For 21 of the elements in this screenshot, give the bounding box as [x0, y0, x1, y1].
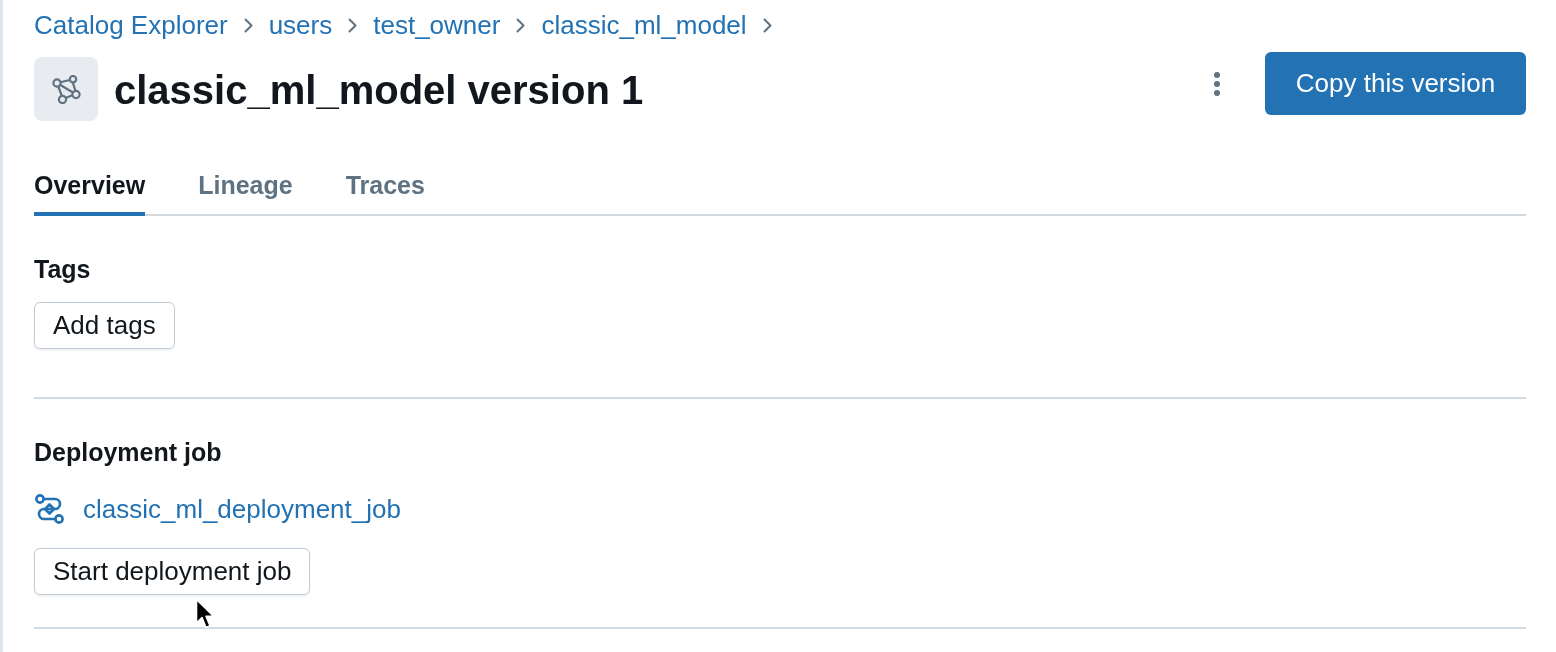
- tab[interactable]: Overview: [34, 158, 146, 216]
- network-icon: [34, 57, 98, 121]
- tab[interactable]: Traces: [345, 158, 425, 216]
- breadcrumb-link[interactable]: Catalog Explorer: [34, 10, 228, 40]
- chevron-right-icon: [348, 17, 358, 33]
- workflow-icon: [35, 494, 64, 524]
- copy-version-button[interactable]: Copy this version: [1265, 52, 1526, 115]
- breadcrumb-link[interactable]: users: [268, 10, 333, 40]
- add-tags-button[interactable]: Add tags: [34, 302, 175, 349]
- breadcrumb-link[interactable]: classic_ml_model: [541, 10, 747, 40]
- section-heading: Tags: [34, 254, 91, 284]
- chevron-right-icon: [516, 17, 526, 33]
- chevron-right-icon: [762, 17, 772, 33]
- breadcrumb-link[interactable]: test_owner: [373, 10, 501, 40]
- start-job-button[interactable]: Start deployment job: [34, 548, 311, 595]
- job-link[interactable]: classic_ml_deployment_job: [83, 494, 401, 524]
- tab[interactable]: Lineage: [198, 158, 293, 216]
- section-heading: Deployment job: [34, 437, 222, 467]
- cursor-icon: [195, 598, 215, 631]
- page-title: classic_ml_model version 1: [114, 67, 644, 114]
- chevron-right-icon: [243, 17, 253, 33]
